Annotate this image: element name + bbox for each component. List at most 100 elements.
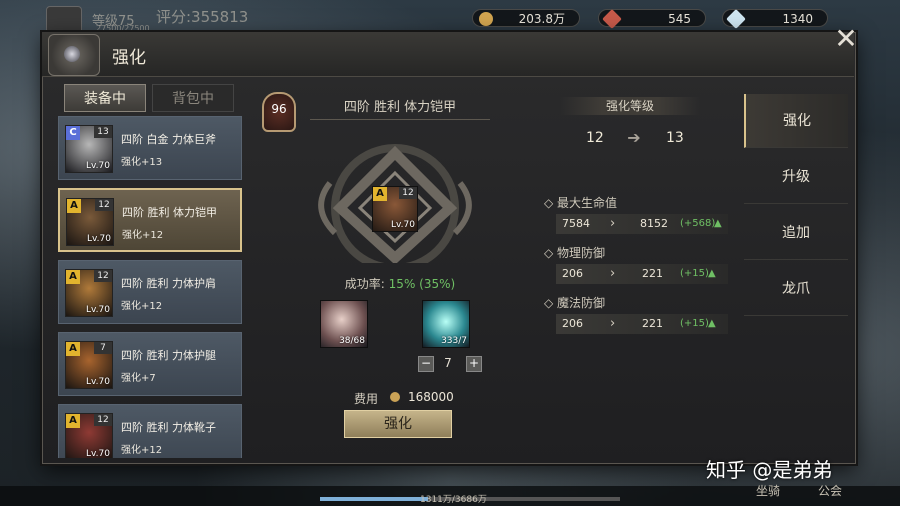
item-count: 13 <box>94 126 112 138</box>
item-level: Lv.70 <box>86 449 110 458</box>
item-count: 7 <box>94 342 112 354</box>
selected-item-name: 四阶 胜利 体力铠甲 <box>310 96 490 120</box>
plus-button[interactable]: + <box>466 356 482 372</box>
level-from: 12 <box>586 130 604 146</box>
arrow-right-icon: ➔ <box>627 128 641 147</box>
ruby-resource[interactable]: 545 <box>598 9 706 29</box>
stat-gain: (+15) <box>680 268 709 279</box>
armor-icon: A 12 Lv.70 <box>372 186 418 232</box>
greaves-icon: A 7 Lv.70 <box>65 341 113 389</box>
exp-value: 1311万/3686万 <box>420 495 487 505</box>
stat-from: 7584 <box>562 217 590 230</box>
emblem-gem-icon <box>64 46 80 62</box>
item-level: Lv.70 <box>86 305 110 315</box>
crystal-icon[interactable]: 333/7 <box>422 300 470 348</box>
player-avatar[interactable] <box>46 6 82 34</box>
grade-badge: C <box>66 126 80 140</box>
tab-enhance[interactable]: 强化 <box>744 94 848 148</box>
exp-bar-fill <box>320 497 428 501</box>
item-enhance: 强化+12 <box>121 445 163 456</box>
hud-topbar: 等级75 评分:355813 27500/27500 203.8万 545 13… <box>0 0 900 34</box>
item-enhance: 强化+13 <box>121 157 163 168</box>
mount-button[interactable]: 坐骑 <box>756 482 780 499</box>
stat-to: 221 <box>642 317 663 330</box>
grade-badge: A <box>66 414 80 428</box>
watermark-text: 知乎 @是弟弟 <box>706 458 833 482</box>
item-name: 四阶 胜利 力体护肩 <box>121 277 216 290</box>
tab-append[interactable]: 追加 <box>744 206 848 260</box>
success-value: 15% (35%) <box>388 277 456 291</box>
tab-upgrade[interactable]: 升级 <box>744 150 848 204</box>
window-header <box>42 32 854 77</box>
stat-to: 221 <box>642 267 663 280</box>
enhance-button[interactable]: 强化 <box>344 410 452 438</box>
item-enhance: 强化+7 <box>121 373 156 384</box>
cost-label: 费用 <box>354 392 379 406</box>
grade-badge: A <box>66 342 80 356</box>
material-count: 333/7 <box>441 336 467 346</box>
diamond-resource[interactable]: 1340 <box>722 9 828 29</box>
stat-row: 7584 › 8152 (+568) ▲ <box>556 214 728 234</box>
ruby-icon <box>602 9 622 29</box>
item-count: 12 <box>94 270 112 282</box>
gold-coin-icon <box>390 392 400 402</box>
function-tabs: 强化 升级 追加 龙爪 <box>744 94 848 414</box>
pauldron-icon: A 12 Lv.70 <box>65 269 113 317</box>
boots-icon: A 12 Lv.70 <box>65 413 113 458</box>
stat-row: 206 › 221 (+15) ▲ <box>556 264 728 284</box>
diamond-value: 1340 <box>782 12 813 26</box>
player-power: 评分:355813 <box>156 8 249 26</box>
guild-button[interactable]: 公会 <box>818 482 842 499</box>
item-enhance: 强化+12 <box>122 230 164 241</box>
item-level: Lv.70 <box>86 377 110 387</box>
stat-label: ◇ 物理防御 <box>544 246 606 260</box>
stat-from: 206 <box>562 267 583 280</box>
list-item[interactable]: C 13 Lv.70 四阶 白金 力体巨斧 强化+13 <box>58 116 242 180</box>
stat-gain: (+568) <box>680 218 716 229</box>
item-name: 四阶 胜利 体力铠甲 <box>122 206 217 219</box>
up-arrow-icon: ▲ <box>714 218 722 229</box>
tab-equipped[interactable]: 装备中 <box>64 84 146 112</box>
cost-value: 168000 <box>408 390 454 404</box>
tab-dragon-claw[interactable]: 龙爪 <box>744 262 848 316</box>
item-enhance: 强化+12 <box>121 301 163 312</box>
equipment-list[interactable]: C 13 Lv.70 四阶 白金 力体巨斧 强化+13 A 12 Lv.70 四… <box>56 112 246 458</box>
window-title: 强化 <box>112 48 146 68</box>
up-arrow-icon: ▲ <box>708 318 716 329</box>
success-rate: 成功率: 15% (35%) <box>330 275 470 292</box>
item-name: 四阶 胜利 力体靴子 <box>121 421 216 434</box>
stat-from: 206 <box>562 317 583 330</box>
quantity-value: 7 <box>444 356 452 370</box>
grade-badge: A <box>66 270 80 284</box>
minus-button[interactable]: − <box>418 356 434 372</box>
enhance-level-header: 强化等级 <box>560 97 700 115</box>
item-level: Lv.70 <box>86 161 110 171</box>
item-count: 12 <box>399 187 417 199</box>
list-item[interactable]: A 12 Lv.70 四阶 胜利 力体护肩 强化+12 <box>58 260 242 324</box>
item-count: 12 <box>94 414 112 426</box>
grade-badge: A <box>373 187 387 201</box>
list-item[interactable]: A 12 Lv.70 四阶 胜利 力体靴子 强化+12 <box>58 404 242 458</box>
list-item[interactable]: A 7 Lv.70 四阶 胜利 力体护腿 强化+7 <box>58 332 242 396</box>
grade-badge: A <box>67 199 81 213</box>
material-count: 38/68 <box>339 336 365 346</box>
gold-coin-icon <box>479 12 493 26</box>
chevron-right-icon: › <box>610 316 616 331</box>
tab-bag[interactable]: 背包中 <box>152 84 234 112</box>
stat-row: 206 › 221 (+15) ▲ <box>556 314 728 334</box>
gold-resource[interactable]: 203.8万 <box>472 9 580 27</box>
gear-score-badge: 96 <box>262 92 296 132</box>
gold-value: 203.8万 <box>518 12 565 26</box>
ruby-value: 545 <box>668 12 691 26</box>
item-name: 四阶 白金 力体巨斧 <box>121 133 216 146</box>
item-name: 四阶 胜利 力体护腿 <box>121 349 216 362</box>
chevron-right-icon: › <box>610 216 616 231</box>
enhance-stone-icon[interactable]: 38/68 <box>320 300 368 348</box>
success-label: 成功率: <box>344 277 385 291</box>
diamond-icon <box>726 9 746 29</box>
stat-to: 8152 <box>640 217 668 230</box>
stat-label: ◇ 魔法防御 <box>544 296 606 310</box>
list-item-selected[interactable]: A 12 Lv.70 四阶 胜利 体力铠甲 强化+12 <box>58 188 242 252</box>
close-icon[interactable]: ✕ <box>832 25 860 54</box>
stat-gain: (+15) <box>680 318 709 329</box>
